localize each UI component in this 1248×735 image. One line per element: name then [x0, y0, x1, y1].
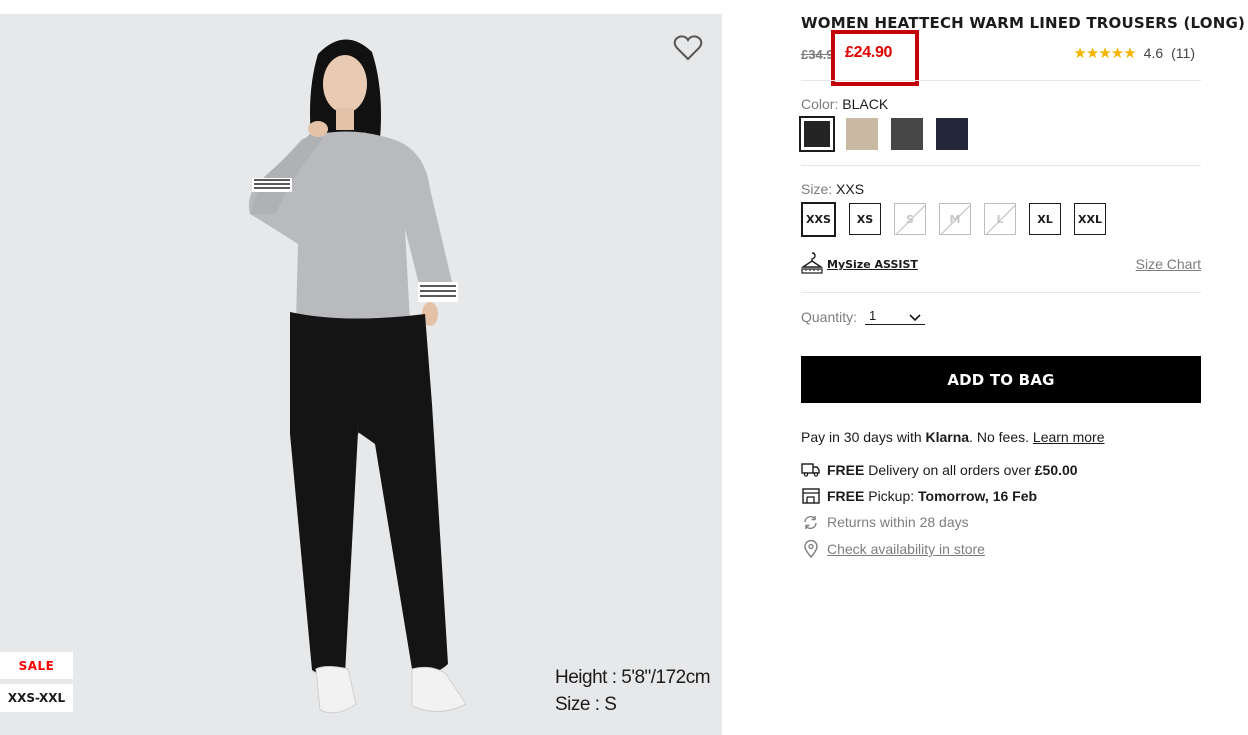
original-price: £34.9 [801, 47, 832, 62]
model-info: Height : 5'8"/172cm Size : S [555, 664, 711, 718]
klarna-learn-more-link[interactable]: Learn more [1033, 429, 1105, 445]
color-label: Color: BLACK [801, 96, 889, 112]
store-availability[interactable]: Check availability in store [801, 540, 985, 558]
quantity-label: Quantity: [801, 309, 858, 325]
klarna-brand: Klarna [925, 429, 970, 445]
color-swatch-dark-gray[interactable] [891, 118, 923, 150]
quantity-select[interactable]: 1 [865, 308, 925, 325]
rating-value: 4.6 [1143, 45, 1164, 61]
size-option-xs[interactable]: XS [849, 203, 881, 235]
free-delivery-info: FREE Delivery on all orders over £50.00 [801, 461, 1078, 479]
selected-size: XXS [836, 181, 865, 197]
mysize-assist-label: MySize ASSIST [827, 258, 918, 271]
color-swatch-navy[interactable] [936, 118, 968, 150]
selected-color: BLACK [842, 96, 889, 112]
model-size: Size : S [555, 694, 617, 715]
size-label: Size: XXS [801, 181, 865, 197]
color-swatch-black[interactable] [799, 116, 835, 152]
location-pin-icon [801, 540, 820, 558]
sale-price: £24.90 [845, 44, 893, 61]
size-options: XXS XS S M L XL XXL [801, 201, 1106, 237]
model-height: Height : 5'8"/172cm [555, 667, 711, 688]
quantity-value: 1 [869, 308, 877, 323]
returns-arrows-icon [801, 513, 820, 531]
product-image[interactable]: SALE XXS-XXL Height : 5'8"/172cm Size : … [0, 14, 722, 735]
returns-info: Returns within 28 days [801, 513, 969, 531]
free-pickup-info: FREE Pickup: Tomorrow, 16 Feb [801, 487, 1037, 505]
size-chart-link[interactable]: Size Chart [1136, 256, 1201, 272]
product-rating[interactable]: ★★★★★ 4.6 (11) [1073, 44, 1195, 62]
delivery-truck-icon [801, 461, 820, 479]
hanger-ruler-icon [800, 251, 824, 278]
size-option-l[interactable]: L [984, 203, 1016, 235]
divider [801, 80, 1201, 81]
check-store-availability-link[interactable]: Check availability in store [827, 541, 985, 557]
add-to-bag-button[interactable]: ADD TO BAG [801, 356, 1201, 403]
model-photo-illustration [248, 39, 467, 714]
size-option-m[interactable]: M [939, 203, 971, 235]
review-count[interactable]: (11) [1171, 45, 1195, 61]
klarna-message: Pay in 30 days with Klarna. No fees. Lea… [801, 429, 1105, 445]
sale-badge: SALE [0, 652, 73, 679]
size-option-xxl[interactable]: XXL [1074, 203, 1106, 235]
mysize-assist-link[interactable]: MySize ASSIST [800, 251, 918, 278]
size-option-xl[interactable]: XL [1029, 203, 1061, 235]
divider [801, 292, 1201, 293]
size-option-xxs[interactable]: XXS [801, 201, 836, 237]
color-swatches [799, 116, 968, 152]
chevron-down-icon [909, 310, 921, 325]
wishlist-heart-icon[interactable] [672, 32, 704, 64]
color-swatch-beige[interactable] [846, 118, 878, 150]
divider [801, 165, 1201, 166]
size-range-badge: XXS-XXL [0, 684, 73, 712]
size-option-s[interactable]: S [894, 203, 926, 235]
store-pickup-icon [801, 487, 820, 505]
rating-stars-icon: ★★★★★ [1073, 45, 1136, 62]
